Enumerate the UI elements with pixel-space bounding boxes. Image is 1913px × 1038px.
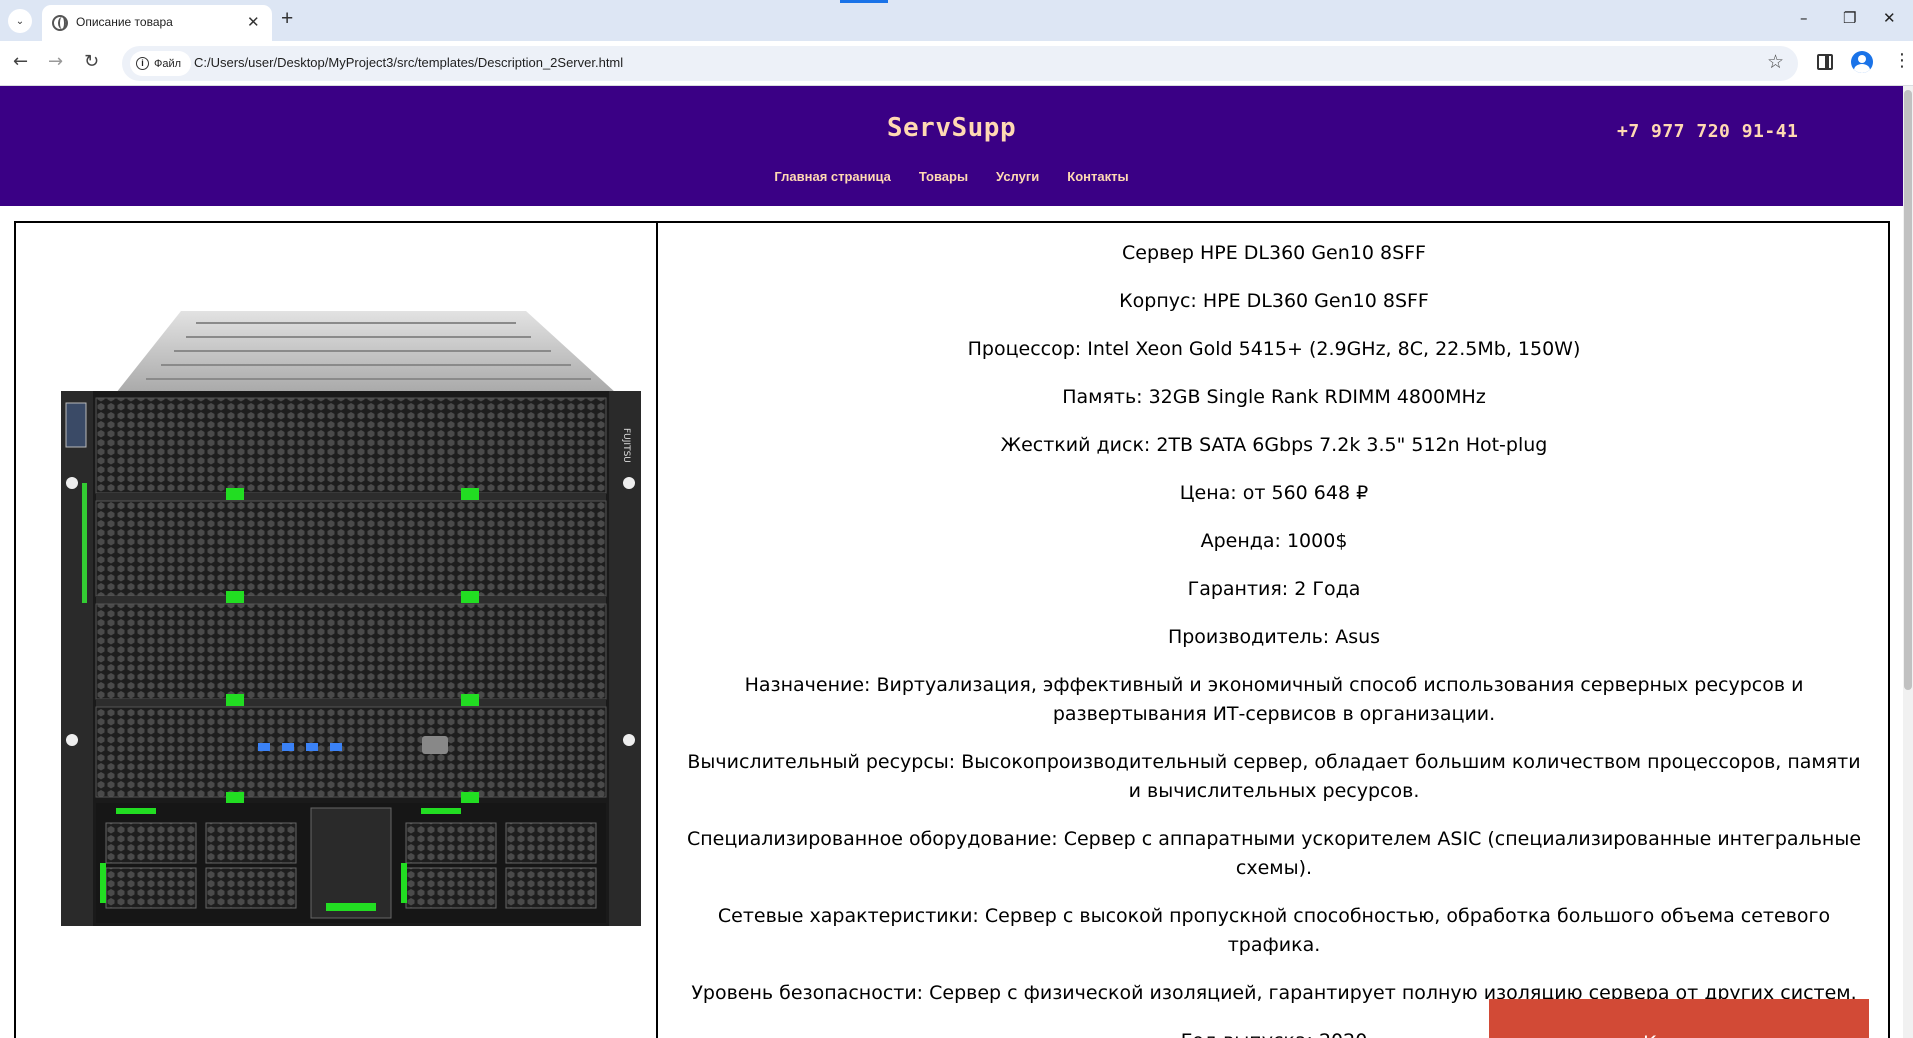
tab-close-icon[interactable]: ✕ [247,13,260,31]
tab-title: Описание товара [76,15,173,29]
close-window-button[interactable]: ✕ [1883,9,1896,27]
browser-toolbar: ← → ↻ i Файл C:/Users/user/Desktop/MyPro… [0,41,1913,86]
nav-link-services[interactable]: Услуги [996,169,1039,184]
site-header: ServSupp +7 977 720 91-41 Главная страни… [0,86,1903,206]
browser-menu-icon[interactable]: ⋮ [1893,50,1911,71]
url-text[interactable]: C:/Users/user/Desktop/MyProject3/src/tem… [194,55,623,70]
tab-search-button[interactable]: ⌄ [8,9,32,33]
address-bar[interactable]: i Файл C:/Users/user/Desktop/MyProject3/… [122,46,1798,81]
spec-network: Сетевые характеристики: Сервер с высокой… [717,905,1831,956]
scrollbar-thumb[interactable] [1904,90,1912,690]
bookmark-star-icon[interactable]: ☆ [1767,51,1784,73]
info-icon: i [136,57,149,70]
product-title: Сервер HPE DL360 Gen10 8SFF [1122,242,1426,264]
chevron-down-icon: ⌄ [15,15,25,27]
brand-logo-text: FUJITSU [621,428,631,463]
nav-link-products[interactable]: Товары [919,169,968,184]
browser-tab-active[interactable]: Описание товара ✕ [42,5,272,41]
product-info-panel: Сервер HPE DL360 Gen10 8SFF Корпус: HPE … [660,223,1888,1038]
product-card: FUJITSU Сервер HPE DL360 Gen10 8SFF Корп… [14,221,1890,1038]
loading-indicator [840,0,888,3]
reload-button[interactable]: ↻ [84,51,99,72]
nav-link-home[interactable]: Главная страница [774,169,890,184]
server-chassis-image: FUJITSU [61,311,641,926]
spec-chassis: Корпус: HPE DL360 Gen10 8SFF [1119,290,1429,312]
phone-number: +7 977 720 91-41 [1617,121,1799,142]
globe-icon [52,15,68,31]
site-nav: Главная страница Товары Услуги Контакты [0,169,1903,184]
back-button[interactable]: ← [13,51,28,72]
spec-hdd: Жесткий диск: 2TB SATA 6Gbps 7.2k 3.5" 5… [1000,434,1548,456]
spec-hardware: Специализированное оборудование: Сервер … [686,828,1862,879]
product-image-panel: FUJITSU [16,223,658,1038]
side-panel-icon[interactable] [1817,54,1833,70]
spec-purpose: Назначение: Виртуализация, эффективный и… [744,674,1804,725]
page-viewport: ServSupp +7 977 720 91-41 Главная страни… [0,86,1903,1038]
spec-warranty: Гарантия: 2 Года [1187,578,1361,600]
spec-manufacturer: Производитель: Asus [1167,626,1381,648]
site-chip-label: Файл [154,57,182,70]
browser-tab-bar: ⌄ Описание товара ✕ + – ❐ ✕ [0,0,1913,41]
new-tab-button[interactable]: + [281,7,293,31]
forward-button[interactable]: → [48,51,63,72]
spec-compute: Вычислительный ресурсы: Высокопроизводит… [687,751,1861,802]
restore-button[interactable]: ❐ [1843,9,1856,27]
site-info-chip[interactable]: i Файл [130,51,192,76]
minimize-button[interactable]: – [1800,9,1808,27]
page-scrollbar[interactable] [1903,86,1913,1038]
spec-rent: Аренда: 1000$ [1200,530,1348,552]
buy-button[interactable]: Купить [1489,999,1869,1038]
spec-memory: Память: 32GB Single Rank RDIMM 4800MHz [1062,386,1486,408]
nav-link-contacts[interactable]: Контакты [1067,169,1128,184]
profile-avatar-icon[interactable] [1851,51,1873,73]
spec-processor: Процессор: Intel Xeon Gold 5415+ (2.9GHz… [967,338,1581,360]
spec-price: Цена: от 560 648 ₽ [1179,482,1369,504]
